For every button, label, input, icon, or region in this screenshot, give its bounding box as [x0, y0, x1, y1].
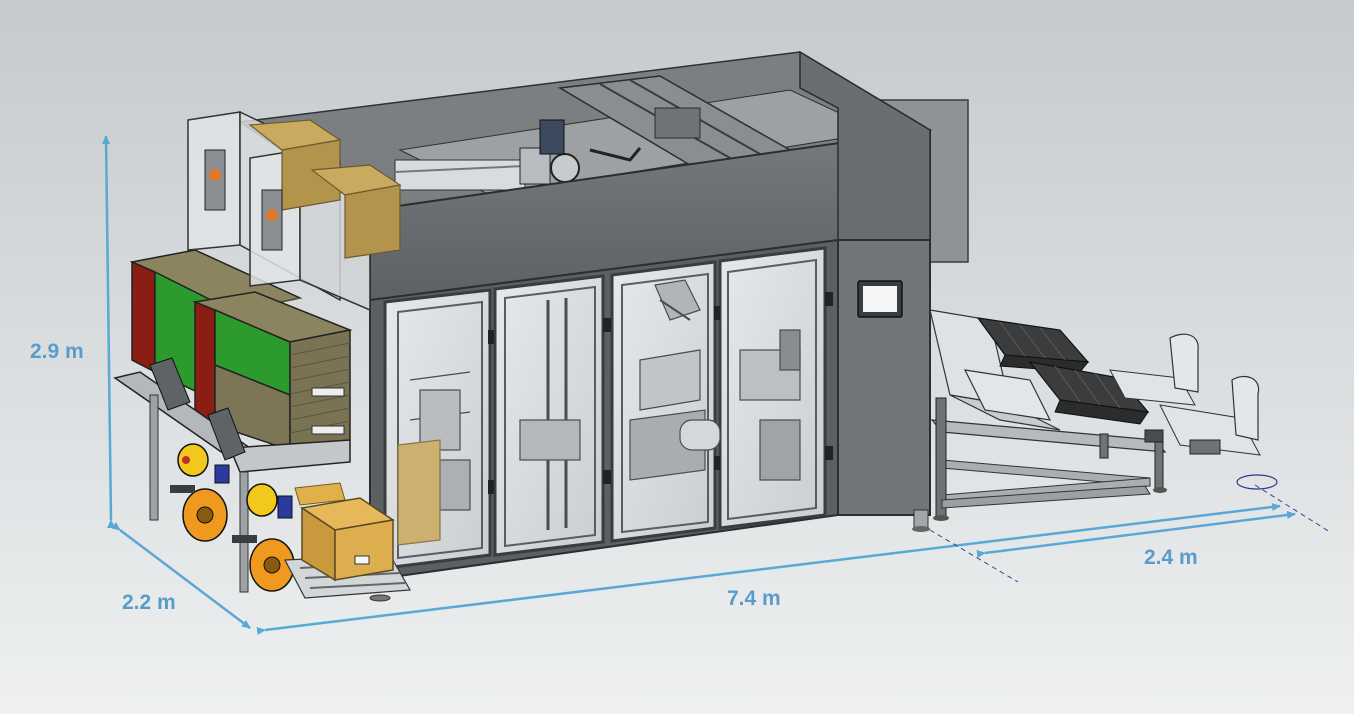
height-label: 2.9 m	[30, 340, 84, 363]
length-label: 7.4 m	[727, 587, 781, 610]
machine-layout-svg: 2.9 m 2.2 m 7.4 m 2.4 m	[0, 0, 1354, 714]
machine-feet	[912, 509, 930, 532]
machine-dimension-drawing: 2.9 m 2.2 m 7.4 m 2.4 m	[0, 0, 1354, 714]
hmi-screen-icon	[857, 280, 903, 318]
depth-label: 2.2 m	[122, 591, 176, 614]
conveyor-length-label: 2.4 m	[1144, 546, 1198, 569]
